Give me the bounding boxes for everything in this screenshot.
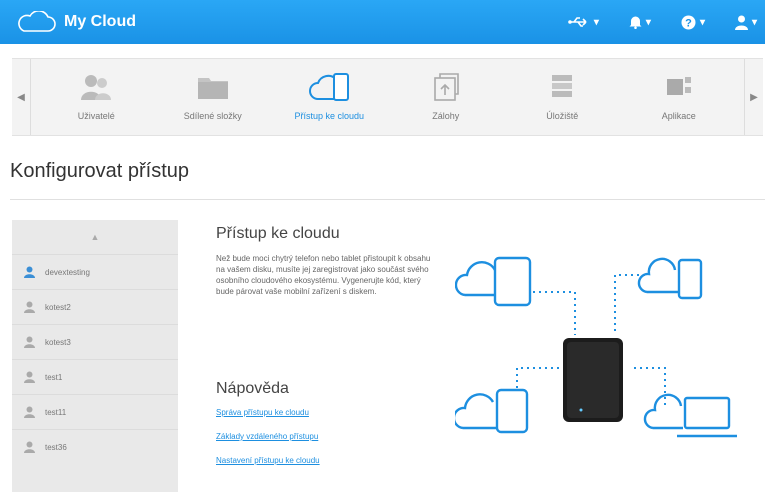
top-bar: My Cloud ▾ ▾ ? ▾ ▾ [0, 0, 765, 44]
list-item[interactable]: devextesting [12, 254, 178, 289]
user-icon [734, 15, 748, 30]
bell-icon [629, 16, 642, 29]
help-link-basics[interactable]: Základy vzdáleného přístupu [216, 432, 320, 441]
nav-item-backups[interactable]: Zálohy [388, 59, 505, 135]
chevron-up-icon: ▲ [90, 232, 100, 242]
list-item-label: test11 [45, 407, 67, 417]
help-link-manage[interactable]: Správa přístupu ke cloudu [216, 408, 320, 417]
svg-text:?: ? [685, 17, 692, 29]
chevron-down-icon: ▾ [645, 16, 651, 28]
app-title: My Cloud [64, 13, 136, 30]
nav-item-apps[interactable]: Aplikace [621, 59, 738, 135]
user-icon [24, 301, 35, 313]
list-item-label: kotest2 [45, 302, 71, 312]
nav-item-label: Zálohy [432, 111, 460, 121]
cloud-access-icon [309, 73, 350, 101]
nav-item-storage[interactable]: Úložiště [504, 59, 621, 135]
list-item-label: test1 [45, 372, 63, 382]
list-item[interactable]: kotest2 [12, 289, 178, 324]
nav-item-users[interactable]: Uživatelé [38, 59, 155, 135]
cloud-logo-icon [18, 11, 56, 32]
page-title: Konfigurovat přístup [10, 160, 189, 182]
storage-icon [552, 75, 573, 97]
brand[interactable]: My Cloud [14, 9, 136, 35]
chevron-down-icon: ▾ [593, 16, 599, 28]
user-icon [24, 371, 35, 383]
list-scroll-up-button[interactable]: ▲ [12, 220, 178, 254]
list-item-label: devextesting [45, 267, 90, 277]
user-icon [24, 441, 35, 453]
section-description: Než bude moci chytrý telefon nebo tablet… [216, 254, 431, 296]
divider [10, 199, 765, 200]
backups-icon [433, 73, 459, 101]
notifications-menu[interactable]: ▾ [629, 15, 651, 29]
usb-icon [568, 17, 587, 27]
user-icon [24, 406, 35, 418]
list-item[interactable]: test11 [12, 394, 178, 429]
help-title: Nápověda [216, 380, 289, 397]
list-item[interactable]: test36 [12, 429, 178, 464]
chevron-left-icon: ◀ [17, 91, 25, 103]
help-icon: ? [681, 15, 696, 29]
nav-item-label: Uživatelé [77, 111, 115, 121]
chevron-down-icon: ▾ [699, 16, 705, 28]
nav-item-cloud-access[interactable]: Přístup ke cloudu [271, 59, 388, 135]
nav-item-shares[interactable]: Sdílené složky [155, 59, 272, 135]
nav-item-label: Sdílené složky [183, 111, 242, 121]
nav-prev-button[interactable]: ◀ [12, 59, 31, 135]
nav-item-label: Přístup ke cloudu [294, 111, 365, 121]
main-nav: ◀ Uživatelé Sdílené složky Přístup ke cl… [12, 58, 763, 136]
list-item-label: test36 [45, 442, 67, 452]
list-item[interactable]: kotest3 [12, 324, 178, 359]
chevron-right-icon: ▶ [750, 91, 758, 103]
help-menu[interactable]: ? ▾ [681, 15, 705, 30]
nav-item-label: Aplikace [661, 111, 696, 121]
user-icon [24, 266, 35, 278]
usb-menu[interactable]: ▾ [568, 16, 599, 28]
section-title: Přístup ke cloudu [216, 225, 340, 242]
list-item[interactable]: test1 [12, 359, 178, 394]
nav-item-label: Úložiště [546, 111, 579, 121]
list-item-label: kotest3 [45, 337, 71, 347]
users-icon [81, 75, 112, 100]
user-menu[interactable]: ▾ [734, 15, 757, 30]
user-list: ▲ devextesting kotest2 kotest3 test1 tes… [12, 220, 178, 492]
shares-icon [197, 78, 228, 99]
nav-next-button[interactable]: ▶ [744, 59, 763, 135]
help-links: Správa přístupu ke cloudu Základy vzdále… [216, 408, 320, 480]
user-icon [24, 336, 35, 348]
cloud-access-illustration [455, 256, 737, 438]
help-link-setup[interactable]: Nastavení přístupu ke cloudu [216, 456, 320, 465]
chevron-down-icon: ▾ [751, 16, 757, 28]
apps-icon [666, 77, 691, 95]
